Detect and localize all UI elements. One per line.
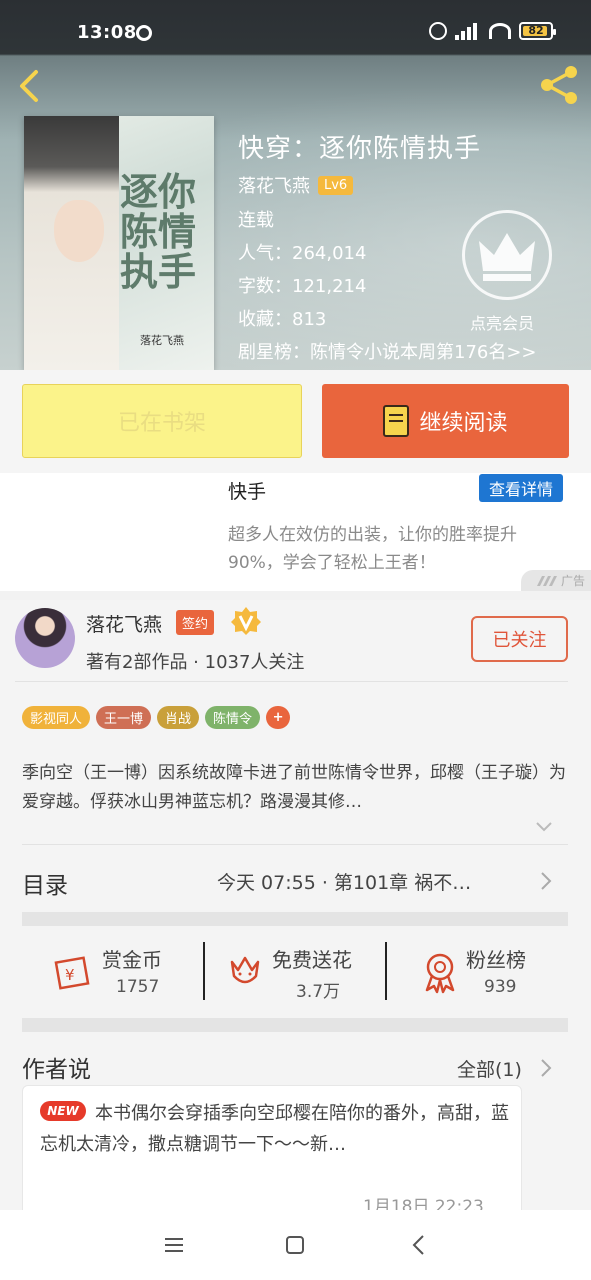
chevron-right-icon[interactable] [540,871,552,891]
stat-label: 赏金币 [102,948,162,972]
ad-description: 超多人在效仿的出装，让你的胜率提升90%，学会了轻松上王者！ [228,525,517,573]
continue-reading-button[interactable]: 继续阅读 [322,384,569,458]
back-button[interactable] [14,68,44,104]
view-all-talk-link[interactable]: 全部(1) [457,1055,522,1082]
divider [22,844,568,845]
action-bar: 已在书架 继续阅读 [0,370,591,473]
tag-item[interactable]: 王一博 [96,706,152,729]
nav-back-icon[interactable] [406,1232,432,1258]
notification-icon [136,25,152,41]
latest-chapter[interactable]: 今天 07:55 · 第101章 祸不… [217,868,471,895]
ad-logo-icon [536,575,557,586]
medal-icon [425,953,455,994]
vip-button[interactable] [462,210,552,300]
continue-reading-label: 继续阅读 [419,411,508,436]
level-badge: Lv6 [318,175,354,195]
reward-coins-button[interactable]: ¥ 赏金币 1757 [54,944,204,1004]
share-button[interactable] [538,64,580,106]
vip-label[interactable]: 点亮会员 [470,310,534,334]
stats-row: ¥ 赏金币 1757 免费送花 3.7万 粉丝榜 939 [22,930,568,1010]
stat-value: 939 [484,977,517,997]
status-time: 13:08 [77,22,137,43]
author-avatar[interactable] [15,608,75,668]
book-header: 13:08 82 逐你陈情执手 落花飞燕 快穿：逐你陈情执手 落花飞燕 Lv6 … [0,0,591,370]
verified-icon [231,607,261,635]
popularity: 人气：264,014 [238,243,367,264]
tag-item[interactable]: 肖战 [157,706,200,729]
synopsis[interactable]: 季向空（王一博）因系统故障卡进了前世陈情令世界，邱樱（王子璇）为爱穿越。俘获冰山… [22,759,570,817]
book-icon [383,405,410,437]
alarm-icon [429,22,447,40]
book-details: 落花飞燕 签约 著有2部作品 · 1037人关注 已关注 影视同人 王一博 肖战… [0,600,591,1225]
tag-list: 影视同人 王一博 肖战 陈情令 + [22,706,291,729]
toc-title[interactable]: 目录 [22,866,68,900]
ad-label: 广告 [521,570,591,591]
stat-value: 3.7万 [296,982,341,1002]
ad-label-text: 广告 [560,574,585,588]
word-count: 字数：121,214 [238,276,367,297]
menu-icon[interactable] [161,1232,187,1258]
svg-text:¥: ¥ [65,966,75,984]
cover-face [54,200,104,262]
coin-icon: ¥ [54,956,90,990]
book-cover[interactable]: 逐你陈情执手 落花飞燕 [24,116,214,370]
add-tag-button[interactable]: + [266,706,291,729]
ad-details-button[interactable]: 查看详情 [479,474,563,502]
ad-title: 快手 [228,481,267,503]
stat-label: 免费送花 [272,948,352,972]
author-card-name[interactable]: 落花飞燕 [86,610,162,637]
in-shelf-button[interactable]: 已在书架 [22,384,302,458]
author-link[interactable]: 落花飞燕 [238,172,310,198]
favorites-count: 收藏：813 [238,309,327,330]
author-summary: 著有2部作品 · 1037人关注 [86,652,305,673]
section-separator [22,912,568,926]
stat-divider [203,942,205,1000]
wifi-icon [489,23,511,39]
signed-badge: 签约 [176,610,215,635]
stat-value: 1757 [116,977,160,997]
book-title: 快穿：逐你陈情执手 [238,134,482,164]
author-talk-card[interactable]: 本书偶尔会穿插季向空邱樱在陪你的番外，高甜，蓝忘机太清冷，撒点糖调节一下～～新…… [22,1085,522,1225]
cover-author: 落花飞燕 [140,334,184,347]
cover-calligraphy: 逐你陈情执手 [120,169,197,294]
stat-divider [385,942,387,1000]
status-bar: 13:08 82 [0,0,591,56]
section-separator [22,1018,568,1032]
chevron-right-icon[interactable] [540,1058,552,1078]
follow-button[interactable]: 已关注 [471,616,568,662]
status-icons: 82 [429,22,556,40]
flower-icon [230,956,260,984]
expand-chevron-icon[interactable] [536,822,552,832]
home-icon[interactable] [282,1232,308,1258]
crown-icon [479,233,535,281]
tag-item[interactable]: 陈情令 [205,706,261,729]
divider [15,681,568,682]
author-line: 落花飞燕 Lv6 [238,172,354,198]
new-badge: NEW [40,1101,86,1121]
system-nav-bar [0,1210,591,1280]
send-flower-button[interactable]: 免费送花 3.7万 [228,944,388,1004]
battery-icon: 82 [519,22,556,40]
signal-icon [455,22,481,40]
author-talk-text: 本书偶尔会穿插季向空邱樱在陪你的番外，高甜，蓝忘机太清冷，撒点糖调节一下～～新… [40,1103,509,1155]
stat-label: 粉丝榜 [466,948,526,972]
tag-item[interactable]: 影视同人 [22,706,91,729]
serial-status: 连载 [238,210,274,231]
fan-rank-button[interactable]: 粉丝榜 939 [422,944,562,1004]
ranking-link[interactable]: 剧星榜：陈情令小说本周第176名>> [238,338,537,364]
author-talk-title: 作者说 [22,1057,91,1083]
battery-level: 82 [528,24,544,37]
ad-banner[interactable]: 快手 查看详情 超多人在效仿的出装，让你的胜率提升90%，学会了轻松上王者！ 广… [0,473,591,591]
